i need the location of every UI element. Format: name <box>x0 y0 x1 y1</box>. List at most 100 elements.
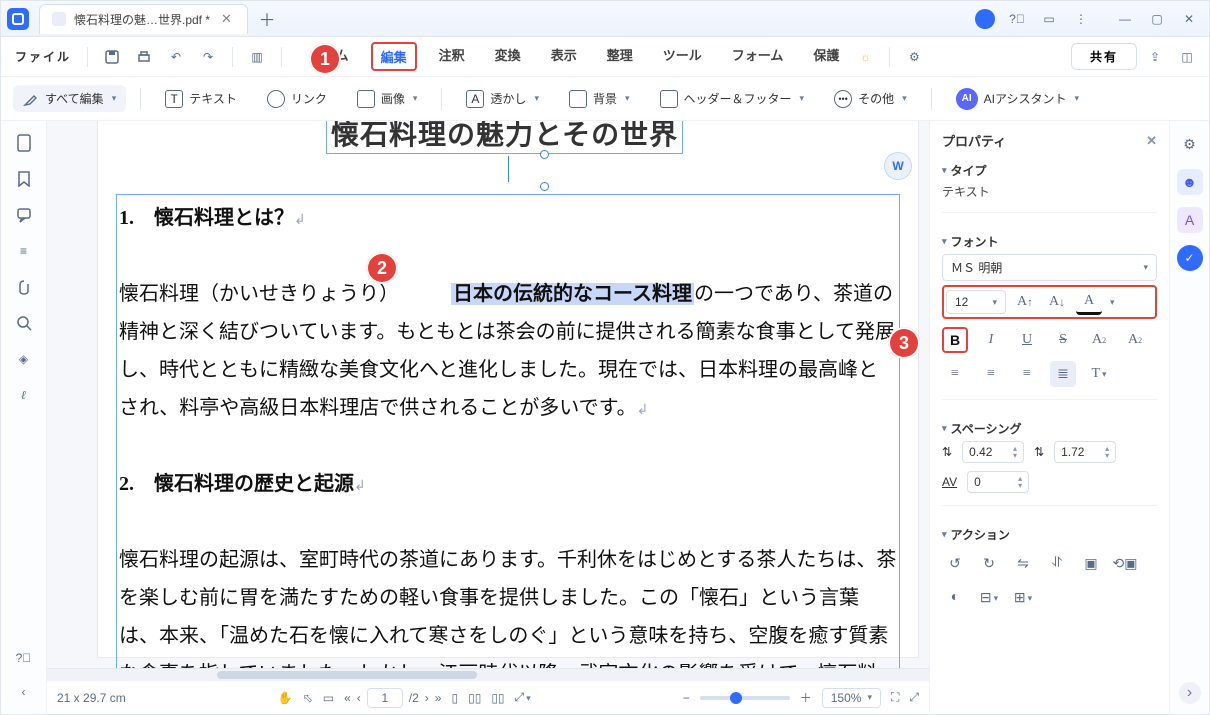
font-section-header[interactable]: フォント <box>942 233 1157 250</box>
bold-button[interactable]: B <box>942 327 968 353</box>
spacing-section-header[interactable]: スペーシング <box>942 420 1157 437</box>
zoom-out-button[interactable]: − <box>683 691 690 705</box>
heading-1[interactable]: 1. 懐石料理とは？ <box>119 207 294 229</box>
replace-image-icon[interactable]: ⟲▣ <box>1112 551 1138 577</box>
new-tab-button[interactable]: ＋ <box>254 6 280 32</box>
text-direction-button[interactable]: T▾ <box>1086 361 1112 387</box>
align-objects-icon[interactable]: ⊟▾ <box>976 585 1002 611</box>
zoom-select[interactable]: 150%▾ <box>822 688 881 708</box>
tab-form[interactable]: フォーム <box>724 42 792 71</box>
paragraph-1a[interactable]: 懐石料理（かいせきりょうり） <box>119 283 399 305</box>
distribute-icon[interactable]: ⊞▾ <box>1010 585 1036 611</box>
zoom-slider[interactable] <box>700 696 790 700</box>
read-mode-icon[interactable]: ▭ <box>323 691 334 705</box>
strikethrough-button[interactable]: S <box>1050 327 1076 353</box>
last-page-button[interactable]: » <box>435 691 442 705</box>
tab-organize[interactable]: 整理 <box>599 42 641 71</box>
subscript-button[interactable]: A2 <box>1122 327 1148 353</box>
ai-chat-icon[interactable]: ☻ <box>1177 169 1203 195</box>
horizontal-scrollbar[interactable] <box>47 668 929 680</box>
comment-panel-icon[interactable] <box>14 205 34 225</box>
undo-icon[interactable]: ↶ <box>162 43 190 71</box>
first-page-button[interactable]: « <box>344 691 351 705</box>
line-height-input[interactable]: 0.42▴▾ <box>962 441 1024 463</box>
tab-comment[interactable]: 注釈 <box>431 42 473 71</box>
layers-panel-icon[interactable]: ◈ <box>14 349 34 369</box>
tab-edit[interactable]: 編集 <box>371 42 417 71</box>
align-right-button[interactable]: ≡ <box>1014 361 1040 387</box>
attachment-panel-icon[interactable] <box>14 277 34 297</box>
rotate-ccw-icon[interactable]: ↺ <box>942 551 968 577</box>
paragraph-spacing-input[interactable]: 1.72▴▾ <box>1054 441 1116 463</box>
italic-button[interactable]: I <box>978 327 1004 353</box>
single-page-icon[interactable]: ▯ <box>451 691 458 705</box>
hand-tool-icon[interactable]: ✋ <box>278 691 293 705</box>
help-icon[interactable]: ?⃝ <box>1003 5 1031 33</box>
favorites-toggle-icon[interactable]: ⚙ <box>900 43 928 71</box>
selected-text[interactable]: 日本の伝統的なコース料理 <box>451 283 694 305</box>
align-left-button[interactable]: ≡ <box>942 361 968 387</box>
search-panel-icon[interactable] <box>14 313 34 333</box>
heading-2[interactable]: 2. 懐石料理の歴史と起源 <box>119 473 354 495</box>
close-window-button[interactable]: ✕ <box>1175 5 1203 33</box>
layout-toggle-icon[interactable]: ◫ <box>1173 43 1201 71</box>
continuous-page-icon[interactable]: ▯▯ <box>468 691 481 705</box>
signature-panel-icon[interactable]: ℓ <box>14 385 34 405</box>
font-size-select[interactable]: 12▾ <box>946 290 1006 314</box>
tab-convert[interactable]: 変換 <box>487 42 529 71</box>
prev-page-button[interactable]: ‹ <box>357 691 361 705</box>
align-justify-button[interactable]: ≣ <box>1050 361 1076 387</box>
action-section-header[interactable]: アクション <box>942 526 1157 543</box>
thumbnail-panel-icon[interactable] <box>14 133 34 153</box>
decrease-font-icon[interactable]: A↓ <box>1044 289 1070 315</box>
document-page[interactable]: 懐石料理の魅力とその世界 W 1. 懐石料理とは？↲ 懐石料理（かいせきりょうり… <box>97 121 919 658</box>
select-tool-icon[interactable]: ⬁ <box>303 691 313 705</box>
header-footer-button[interactable]: ヘッダー＆フッター▾ <box>650 85 815 113</box>
font-family-select[interactable]: ＭＳ 明朝▾ <box>942 254 1157 281</box>
crop-icon[interactable]: ▣ <box>1078 551 1104 577</box>
ai-check-icon[interactable]: ✓ <box>1177 245 1203 271</box>
export-to-word-badge[interactable]: W <box>884 152 912 180</box>
ai-translate-icon[interactable]: A <box>1177 207 1203 233</box>
print-icon[interactable] <box>130 43 158 71</box>
ai-assistant-button[interactable]: AIAIアシスタント▾ <box>946 83 1089 115</box>
link-tool-button[interactable]: リンク <box>257 85 337 113</box>
bookmark-panel-icon[interactable] <box>14 169 34 189</box>
fit-width-icon[interactable]: ⤢▾ <box>515 690 531 705</box>
close-properties-icon[interactable]: ✕ <box>1146 133 1157 149</box>
align-center-button[interactable]: ≡ <box>978 361 1004 387</box>
fullscreen-icon[interactable]: ⤢ <box>909 690 919 705</box>
paragraph-2[interactable]: 懐石料理の起源は、室町時代の茶道にあります。千利休をはじめとする茶人たちは、茶を… <box>119 549 896 668</box>
tab-view[interactable]: 表示 <box>543 42 585 71</box>
font-color-icon[interactable]: A <box>1076 289 1102 315</box>
redo-icon[interactable]: ↷ <box>194 43 222 71</box>
user-account-icon[interactable] <box>971 5 999 33</box>
tab-protect[interactable]: 保護 <box>805 42 847 71</box>
panel-settings-icon[interactable]: ⚙ <box>1177 131 1203 157</box>
underline-button[interactable]: U <box>1014 327 1040 353</box>
superscript-button[interactable]: A2 <box>1086 327 1112 353</box>
minimize-button[interactable]: ― <box>1111 5 1139 33</box>
image-tool-button[interactable]: 画像▾ <box>347 85 428 113</box>
watermark-button[interactable]: A透かし▾ <box>456 85 549 113</box>
edit-all-button[interactable]: すべて編集▾ <box>13 85 126 112</box>
convert-to-word-icon[interactable]: ▥ <box>243 43 271 71</box>
next-page-button[interactable]: › <box>425 691 429 705</box>
type-section-header[interactable]: タイプ <box>942 162 1157 179</box>
flip-horizontal-icon[interactable]: ⇋ <box>1010 551 1036 577</box>
lightbulb-icon[interactable]: ☼ <box>851 43 879 71</box>
rotate-cw-icon[interactable]: ↻ <box>976 551 1002 577</box>
flip-vertical-icon[interactable]: ⥯ <box>1044 551 1070 577</box>
zoom-in-button[interactable]: ＋ <box>800 689 812 706</box>
close-tab-icon[interactable]: ✕ <box>218 11 235 27</box>
expand-right-rail-icon[interactable]: › <box>1179 682 1201 704</box>
save-icon[interactable] <box>98 43 126 71</box>
document-tab[interactable]: 懐石料理の魅…世界.pdf * ✕ <box>39 4 248 34</box>
panel-toggle-icon[interactable]: ▭ <box>1035 5 1063 33</box>
help-panel-icon[interactable]: ?⃝ <box>14 648 34 668</box>
file-menu[interactable]: ファイル <box>9 48 77 65</box>
text-tool-button[interactable]: Tテキスト <box>155 85 247 113</box>
other-tools-button[interactable]: •••その他▾ <box>824 85 917 113</box>
opacity-icon[interactable]: ◐ <box>942 585 968 611</box>
fit-page-icon[interactable]: ⛶ <box>891 690 899 705</box>
